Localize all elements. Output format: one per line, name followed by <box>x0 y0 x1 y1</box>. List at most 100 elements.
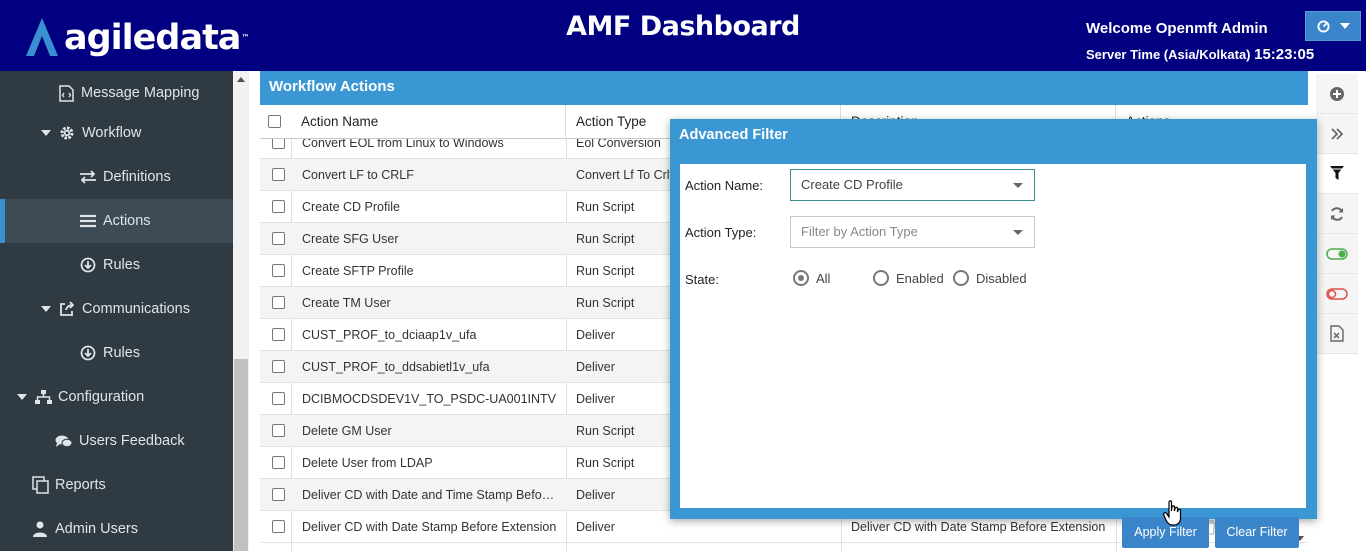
radio-selected-icon <box>793 270 809 286</box>
panel-title: Workflow Actions <box>260 71 1308 105</box>
refresh-button[interactable] <box>1316 194 1358 234</box>
row-checkbox[interactable] <box>272 168 285 181</box>
row-checkbox[interactable] <box>272 456 285 469</box>
sidebar-item-users-feedback[interactable]: Users Feedback <box>0 419 233 463</box>
dialog-body: Action Name: Create CD Profile Action Ty… <box>680 164 1306 548</box>
file-code-icon <box>56 83 76 103</box>
state-label: State: <box>685 272 719 287</box>
row-checkbox[interactable] <box>272 488 285 501</box>
toggle-off-icon <box>1326 287 1348 300</box>
double-chevron-right-icon <box>1331 127 1343 140</box>
sidebar-item-label: Definitions <box>103 169 171 185</box>
sidebar-item-label: Workflow <box>82 125 142 141</box>
plus-circle-icon <box>1330 86 1344 101</box>
sidebar-item-label: Message Mapping <box>81 85 200 101</box>
scroll-up-arrow-icon[interactable] <box>237 77 245 82</box>
row-checkbox[interactable] <box>272 200 285 213</box>
dialog-title: Advanced Filter <box>679 127 788 143</box>
clear-filter-button[interactable]: Clear Filter <box>1215 517 1299 548</box>
welcome-text: Welcome Openmft Admin <box>1086 20 1268 37</box>
row-checkbox[interactable] <box>272 232 285 245</box>
sitemap-icon <box>33 387 53 407</box>
cell-action-name: Create TM User <box>302 296 391 310</box>
server-time-label: Server Time (Asia/Kolkata) <box>1086 47 1251 62</box>
export-excel-button[interactable] <box>1316 314 1358 354</box>
comments-icon <box>54 431 74 451</box>
user-menu-button[interactable] <box>1305 11 1361 41</box>
cell-action-name: DCIBMOCDSDEV1V_TO_PSDC-UA001INTV <box>302 392 557 406</box>
row-checkbox[interactable] <box>272 360 285 373</box>
arrow-circle-down-icon <box>78 343 98 363</box>
action-type-placeholder: Filter by Action Type <box>801 224 918 239</box>
sidebar-item-label: Rules <box>103 345 141 361</box>
row-checkbox[interactable] <box>272 520 285 533</box>
sidebar-item-reports[interactable]: Reports <box>0 463 233 507</box>
enable-button[interactable] <box>1316 234 1358 274</box>
sidebar-item-rules[interactable]: Rules <box>0 243 233 287</box>
cell-action-name: Delete GM User <box>302 424 392 438</box>
filter-icon <box>1330 166 1344 180</box>
advanced-filter-dialog: Advanced Filter Action Name: Create CD P… <box>670 119 1317 548</box>
sidebar-scrollbar[interactable] <box>233 71 249 551</box>
cell-action-name: Delete User from LDAP <box>302 456 433 470</box>
sidebar-item-admin-users[interactable]: Admin Users <box>0 507 233 551</box>
expand-button[interactable] <box>1316 114 1358 154</box>
sidebar-item-label: Users Feedback <box>79 433 185 449</box>
hand-cursor-icon <box>1163 500 1182 526</box>
cell-action-name: Create CD Profile <box>302 200 400 214</box>
cell-action-name: Deliver CD with Date Stamp Before Extens… <box>302 520 557 534</box>
sidebar-item-definitions[interactable]: Definitions <box>0 155 233 199</box>
sidebar-item-communications[interactable]: Communications <box>0 287 233 331</box>
state-radio-disabled[interactable]: Disabled <box>953 270 1027 286</box>
row-checkbox[interactable] <box>272 392 285 405</box>
caret-down-icon <box>41 130 51 136</box>
column-header-action-name[interactable]: Action Name <box>291 105 566 139</box>
sidebar-item-comm-rules[interactable]: Rules <box>0 331 233 375</box>
toggle-on-icon <box>1326 247 1348 260</box>
cell-action-name: Deliver CD with Date and Time Stamp Befo… <box>302 488 557 502</box>
toolbar <box>1316 74 1358 354</box>
radio-unselected-icon <box>953 270 969 286</box>
chevron-down-icon <box>1339 23 1350 29</box>
filter-button[interactable] <box>1316 154 1358 194</box>
disable-button[interactable] <box>1316 274 1358 314</box>
exchange-arrows-icon <box>78 167 98 187</box>
copy-icon <box>30 475 50 495</box>
excel-icon <box>1330 325 1344 342</box>
action-type-label: Action Type: <box>685 225 757 240</box>
row-checkbox[interactable] <box>272 296 285 309</box>
cell-action-name: Convert LF to CRLF <box>302 168 414 182</box>
scrollbar-thumb[interactable] <box>234 359 248 551</box>
action-name-select[interactable]: Create CD Profile <box>790 169 1035 201</box>
row-checkbox[interactable] <box>272 424 285 437</box>
sidebar-item-message-mapping[interactable]: Message Mapping <box>0 71 233 115</box>
action-type-select[interactable]: Filter by Action Type <box>790 216 1035 248</box>
sidebar-item-label: Configuration <box>58 389 145 405</box>
sidebar-item-workflow[interactable]: Workflow <box>0 111 233 155</box>
gear-icon <box>57 123 77 143</box>
user-icon <box>30 519 50 539</box>
select-all-checkbox[interactable] <box>268 115 281 128</box>
state-radio-enabled[interactable]: Enabled <box>873 270 944 286</box>
cell-action-name: CUST_PROF_to_dciaap1v_ufa <box>302 328 477 342</box>
radio-unselected-icon <box>873 270 889 286</box>
sidebar-item-configuration[interactable]: Configuration <box>0 375 233 419</box>
sidebar-item-label: Reports <box>55 477 106 493</box>
chevron-down-icon <box>1013 183 1023 188</box>
add-button[interactable] <box>1316 74 1358 114</box>
sidebar-item-actions[interactable]: Actions <box>0 199 233 243</box>
arrow-circle-down-icon <box>78 255 98 275</box>
sidebar-item-label: Rules <box>103 257 141 273</box>
row-checkbox[interactable] <box>272 264 285 277</box>
cell-action-name: Create SFTP Profile <box>302 264 414 278</box>
sidebar-item-label: Communications <box>82 301 190 317</box>
radio-label: Enabled <box>896 270 944 286</box>
state-radio-all[interactable]: All <box>793 270 830 286</box>
row-checkbox[interactable] <box>272 328 285 341</box>
sidebar-item-label: Actions <box>103 213 151 229</box>
server-time: Server Time (Asia/Kolkata) 15:23:05 <box>1086 46 1314 63</box>
chevron-down-icon <box>1013 230 1023 235</box>
dashboard-gauge-icon <box>1316 19 1330 33</box>
refresh-icon <box>1331 206 1343 221</box>
caret-down-icon <box>17 394 27 400</box>
